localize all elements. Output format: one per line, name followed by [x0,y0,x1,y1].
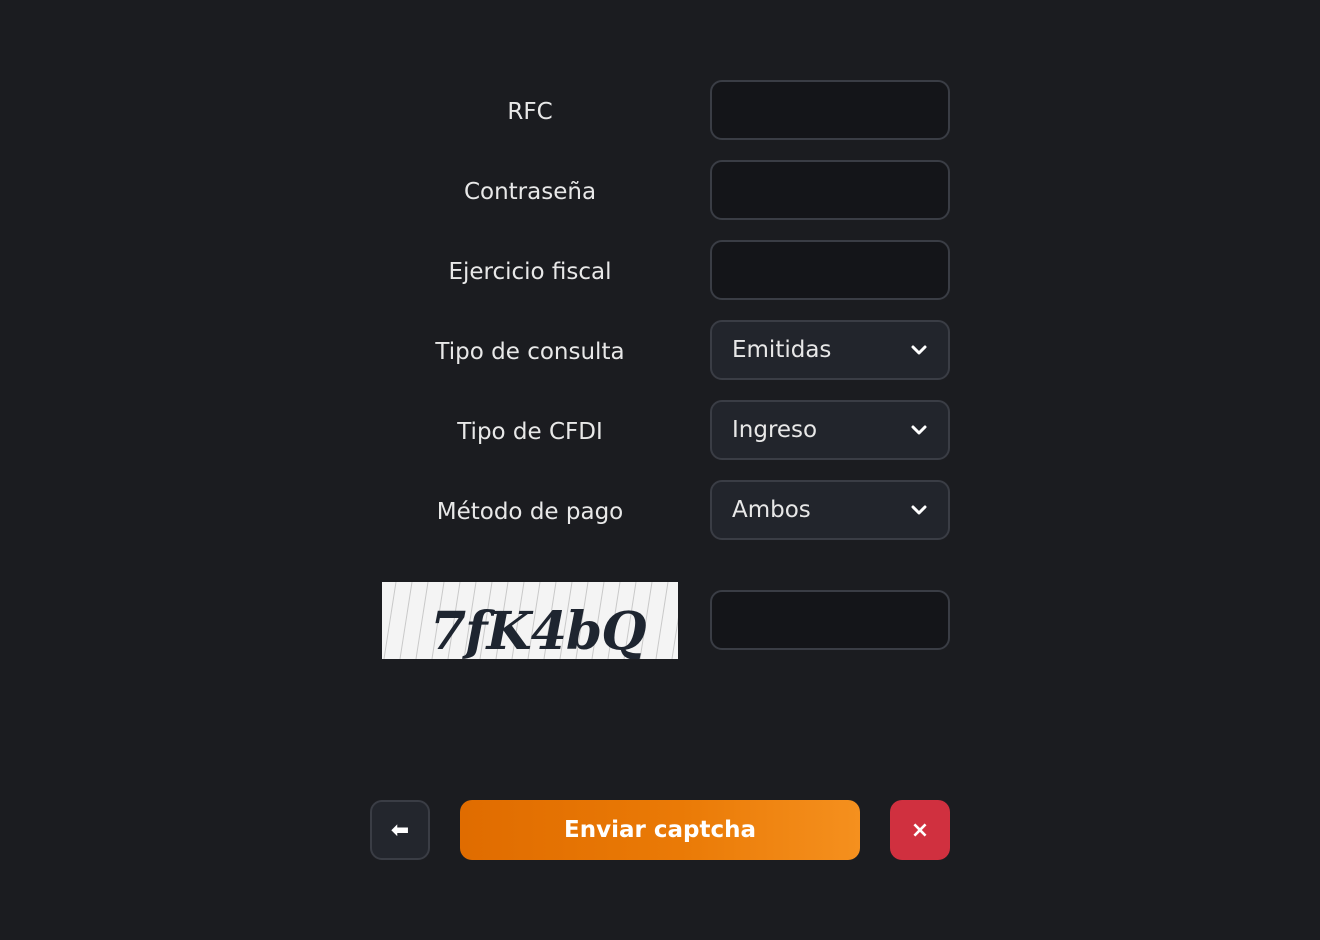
payment-method-selected-value: Ambos [732,497,811,523]
query-type-select[interactable]: Emitidas [710,320,950,380]
captcha-text: 7fK4bQ [430,601,646,659]
close-button[interactable]: × [890,800,950,860]
close-icon: × [910,817,930,843]
cfdi-type-select[interactable]: Ingreso [710,400,950,460]
captcha-image: 7fK4bQ [382,582,678,659]
query-type-label: Tipo de consulta [435,339,625,365]
fiscal-year-input[interactable] [710,240,950,300]
arrow-left-icon: ⬅ [390,817,410,843]
chevron-down-icon [911,425,927,435]
cfdi-type-selected-value: Ingreso [732,417,818,443]
fiscal-year-label: Ejercicio fiscal [448,259,612,285]
password-input[interactable] [710,160,950,220]
submit-captcha-button[interactable]: Enviar captcha [460,800,860,860]
chevron-down-icon [911,505,927,515]
query-type-selected-value: Emitidas [732,337,832,363]
captcha-form-page: RFC Contraseña Ejercicio fiscal Tipo de … [0,0,1320,940]
password-label: Contraseña [463,179,597,205]
captcha-input[interactable] [710,590,950,650]
rfc-input[interactable] [710,80,950,140]
payment-method-label: Método de pago [436,499,624,525]
cfdi-type-label: Tipo de CFDI [457,419,603,445]
chevron-down-icon [911,345,927,355]
payment-method-select[interactable]: Ambos [710,480,950,540]
back-button[interactable]: ⬅ [370,800,430,860]
rfc-label: RFC [507,99,553,125]
